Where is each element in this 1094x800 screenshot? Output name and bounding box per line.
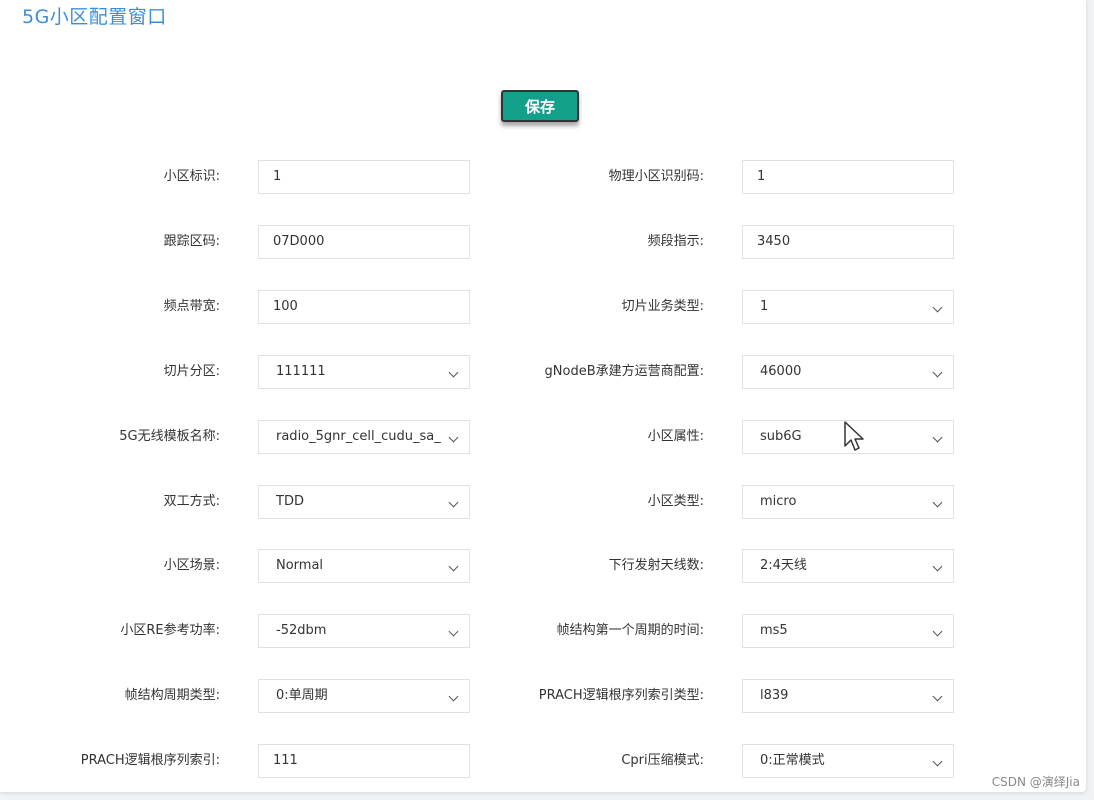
field-value: 46000 — [760, 364, 802, 379]
field-label: 频点带宽: — [163, 299, 220, 314]
save-button[interactable]: 保存 — [501, 90, 579, 122]
config-panel: 5G小区配置窗口 保存 小区标识: 1 物理小区识别码: 1 跟踪区码: 07D000 频段… — [0, 0, 1086, 792]
chevron-down-icon — [932, 561, 943, 572]
field-label: 物理小区识别码: — [608, 169, 704, 184]
form-row: 小区标识: 1 物理小区识别码: 1 — [0, 160, 1086, 194]
select-field[interactable]: 111111 — [258, 355, 470, 389]
select-field[interactable]: -52dbm — [258, 614, 470, 648]
field-value: l839 — [760, 688, 789, 703]
field-label: 小区标识: — [163, 169, 220, 184]
field-label: 帧结构第一个周期的时间: — [556, 623, 704, 638]
input-field[interactable]: 1 — [258, 160, 470, 194]
form-row: 小区场景: Normal 下行发射天线数: 2:4天线 — [0, 549, 1086, 583]
form-row: 小区RE参考功率: -52dbm 帧结构第一个周期的时间: ms5 — [0, 614, 1086, 648]
field-label: 小区RE参考功率: — [120, 623, 220, 638]
field-label: 5G无线模板名称: — [119, 429, 220, 444]
field-value: radio_5gnr_cell_cudu_sa_ — [276, 429, 441, 444]
field-value: 0:正常模式 — [760, 753, 825, 768]
select-field[interactable]: l839 — [742, 679, 954, 713]
select-field[interactable]: ms5 — [742, 614, 954, 648]
form-row: 跟踪区码: 07D000 频段指示: 3450 — [0, 225, 1086, 259]
chevron-down-icon — [932, 302, 943, 313]
field-value: 1 — [757, 169, 766, 184]
chevron-down-icon — [448, 626, 459, 637]
field-label: 跟踪区码: — [163, 234, 220, 249]
input-field[interactable]: 100 — [258, 290, 470, 324]
mouse-pointer-icon — [844, 421, 864, 451]
chevron-down-icon — [932, 497, 943, 508]
chevron-down-icon — [448, 497, 459, 508]
field-value: 3450 — [757, 234, 791, 249]
field-value: 1 — [273, 169, 282, 184]
field-value: 100 — [273, 299, 298, 314]
field-value: TDD — [276, 494, 304, 509]
chevron-down-icon — [932, 756, 943, 767]
watermark: CSDN @演绎Jia — [991, 775, 1080, 789]
select-field[interactable]: TDD — [258, 485, 470, 519]
form-row: 帧结构周期类型: 0:单周期 PRACH逻辑根序列索引类型: l839 — [0, 679, 1086, 713]
chevron-down-icon — [448, 561, 459, 572]
field-value: micro — [760, 494, 797, 509]
select-field[interactable]: 46000 — [742, 355, 954, 389]
chevron-down-icon — [932, 367, 943, 378]
page-title: 5G小区配置窗口 — [22, 6, 167, 28]
field-label: gNodeB承建方运营商配置: — [544, 364, 704, 379]
field-value: Normal — [276, 558, 324, 573]
field-label: 切片分区: — [163, 364, 220, 379]
field-value: 2:4天线 — [760, 558, 807, 573]
field-label: Cpri压缩模式: — [621, 753, 704, 768]
chevron-down-icon — [448, 367, 459, 378]
select-field[interactable]: 2:4天线 — [742, 549, 954, 583]
select-field[interactable]: 0:单周期 — [258, 679, 470, 713]
select-field[interactable]: 0:正常模式 — [742, 744, 954, 778]
form-row: PRACH逻辑根序列索引: 111 Cpri压缩模式: 0:正常模式 — [0, 744, 1086, 778]
form-row: 频点带宽: 100 切片业务类型: 1 — [0, 290, 1086, 324]
field-value: 1 — [760, 299, 769, 314]
field-label: 帧结构周期类型: — [124, 688, 220, 703]
select-field[interactable]: radio_5gnr_cell_cudu_sa_ — [258, 420, 470, 454]
chevron-down-icon — [448, 691, 459, 702]
field-label: PRACH逻辑根序列索引类型: — [538, 688, 704, 703]
select-field[interactable]: micro — [742, 485, 954, 519]
select-field[interactable]: 1 — [742, 290, 954, 324]
chevron-down-icon — [932, 691, 943, 702]
field-label: 小区类型: — [647, 494, 704, 509]
select-field[interactable]: Normal — [258, 549, 470, 583]
field-label: 下行发射天线数: — [608, 558, 704, 573]
field-value: 07D000 — [273, 234, 325, 249]
input-field[interactable]: 1 — [742, 160, 954, 194]
field-value: 111 — [273, 753, 298, 768]
field-value: 111111 — [276, 364, 326, 379]
input-field[interactable]: 111 — [258, 744, 470, 778]
field-label: 小区属性: — [647, 429, 704, 444]
chevron-down-icon — [448, 432, 459, 443]
form-row: 切片分区: 111111 gNodeB承建方运营商配置: 46000 — [0, 355, 1086, 389]
form-row: 双工方式: TDD 小区类型: micro — [0, 485, 1086, 519]
field-label: 频段指示: — [647, 234, 704, 249]
field-label: 小区场景: — [163, 558, 220, 573]
field-value: sub6G — [760, 429, 802, 444]
field-value: 0:单周期 — [276, 688, 328, 703]
field-label: 双工方式: — [163, 494, 220, 509]
input-field[interactable]: 07D000 — [258, 225, 470, 259]
field-value: ms5 — [760, 623, 788, 638]
field-value: -52dbm — [276, 623, 327, 638]
chevron-down-icon — [932, 432, 943, 443]
field-label: PRACH逻辑根序列索引: — [80, 753, 220, 768]
form-row: 5G无线模板名称: radio_5gnr_cell_cudu_sa_ 小区属性: su… — [0, 420, 1086, 454]
field-label: 切片业务类型: — [621, 299, 704, 314]
chevron-down-icon — [932, 626, 943, 637]
input-field[interactable]: 3450 — [742, 225, 954, 259]
